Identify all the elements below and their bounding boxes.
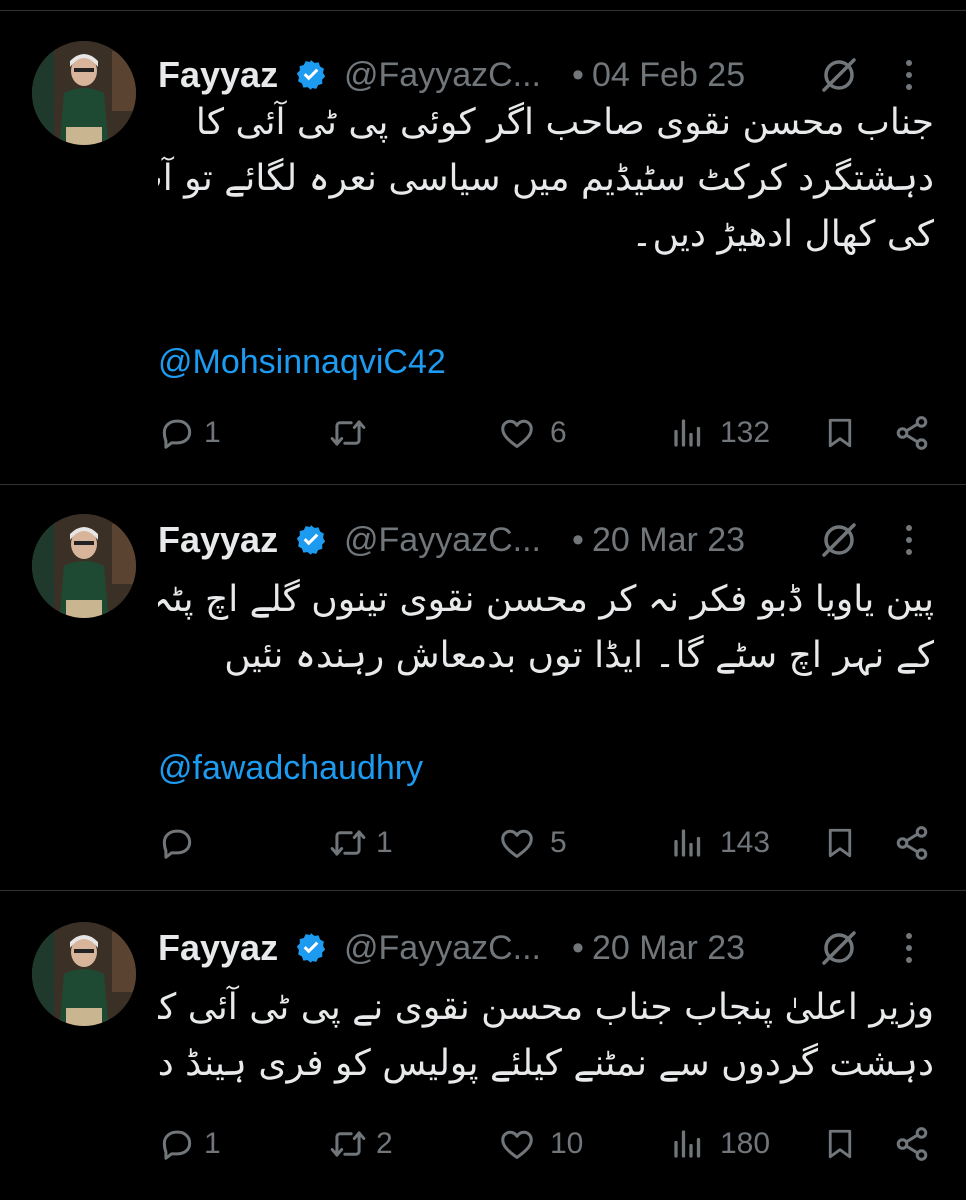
share-icon [896,826,928,860]
tweet-date[interactable]: 20 Mar 23 [592,514,745,566]
author-name[interactable]: Fayyaz [158,922,278,974]
tweet-text: جناب محسن نقوی صاحب اگر کوئی پی ٹی آئی ک… [158,95,934,263]
avatar-image [32,514,136,618]
views-count: 143 [720,826,771,859]
views-icon [674,829,701,857]
avatar-image [32,41,136,145]
retweet-button[interactable]: 1 [328,818,418,868]
views-icon [674,419,701,447]
author-handle[interactable]: @FayyazC... [344,49,541,101]
tweet-text-line: پین یاویا ڈبو فکر نہ کر محسن نقوی تینوں … [158,579,934,620]
mention-link[interactable]: @MohsinnaqviC42 [158,340,446,384]
avatar-image [32,922,136,1026]
reply-icon [162,419,192,449]
reply-icon [162,829,192,859]
bookmark-button[interactable] [822,408,862,458]
tweet-actions: 1 6 132 [158,408,936,458]
bookmark-icon [828,1129,852,1159]
like-button[interactable]: 10 [498,1119,588,1169]
tweet-header: Fayyaz @FayyazC... • 04 Feb 25 [158,49,938,101]
verified-badge-icon [296,525,326,555]
tweet-text: وزیر اعلیٰ پنجاب جناب محسن نقوی نے پی ٹی… [158,980,934,1092]
tweet-card[interactable]: Fayyaz @FayyazC... • 20 Mar 23 وزیر اعلی… [0,892,966,1200]
bookmark-button[interactable] [822,818,862,868]
more-icon[interactable] [902,57,916,93]
author-name[interactable]: Fayyaz [158,49,278,101]
bookmark-icon [828,828,852,858]
separator-dot: • [572,56,584,94]
like-button[interactable]: 5 [498,818,588,868]
tweet-text-line: دہشتگرد کرکٹ سٹیڈیم میں سیاسی نعرہ لگائے… [158,158,934,199]
share-icon [896,416,928,450]
tweet-divider [0,484,966,485]
views-button[interactable]: 180 [670,1119,790,1169]
tweet-actions: 1 5 143 [158,818,936,868]
reply-button[interactable]: 1 [158,408,248,458]
like-icon [501,1130,533,1159]
separator-dot: • [572,929,584,967]
tweet-text-line: کے نہر اچ سٹے گا۔ ایڈا توں بدمعاش رہندہ … [224,635,934,676]
grok-icon[interactable] [818,54,860,96]
tweet-text-line: وزیر اعلیٰ پنجاب جناب محسن نقوی نے پی ٹی… [158,987,934,1028]
more-icon[interactable] [902,522,916,558]
tweet-text-line: دہشت گردوں سے نمٹنے کیلئے پولیس کو فری ہ… [158,1043,934,1084]
avatar[interactable] [32,514,136,618]
verified-badge-icon [296,933,326,963]
grok-icon[interactable] [818,519,860,561]
retweet-count: 1 [376,826,393,859]
share-button[interactable] [892,818,936,868]
bookmark-button[interactable] [822,1119,862,1169]
tweet-text-line: کی کھال ادھیڑ دیں۔ [631,214,934,255]
reply-button[interactable] [158,818,248,868]
views-count: 132 [720,416,771,449]
reply-count: 1 [204,416,221,449]
like-icon [501,419,533,448]
reply-button[interactable]: 1 [158,1119,248,1169]
views-icon [674,1130,701,1158]
tweet-header: Fayyaz @FayyazC... • 20 Mar 23 [158,922,938,974]
tweet-card[interactable]: Fayyaz @FayyazC... • 20 Mar 23 پین یاویا… [0,486,966,891]
retweet-button[interactable] [328,408,418,458]
retweet-count: 2 [376,1127,393,1160]
tweet-header: Fayyaz @FayyazC... • 20 Mar 23 [158,514,938,566]
like-icon [501,829,533,858]
grok-icon[interactable] [818,927,860,969]
views-count: 180 [720,1127,771,1160]
tweet-text-line: جناب محسن نقوی صاحب اگر کوئی پی ٹی آئی ک… [195,102,934,143]
tweet-text: پین یاویا ڈبو فکر نہ کر محسن نقوی تینوں … [158,572,934,684]
tweet-date[interactable]: 20 Mar 23 [592,922,745,974]
views-button[interactable]: 143 [670,818,790,868]
like-count: 5 [550,826,567,859]
share-button[interactable] [892,1119,936,1169]
share-icon [896,1127,928,1161]
author-handle[interactable]: @FayyazC... [344,514,541,566]
author-handle[interactable]: @FayyazC... [344,922,541,974]
share-button[interactable] [892,408,936,458]
tweet-date[interactable]: 04 Feb 25 [592,49,745,101]
avatar[interactable] [32,922,136,1026]
avatar[interactable] [32,41,136,145]
more-icon[interactable] [902,930,916,966]
tweet-divider [0,890,966,891]
retweet-icon [330,420,366,446]
reply-count: 1 [204,1127,221,1160]
author-name[interactable]: Fayyaz [158,514,278,566]
like-count: 10 [550,1127,584,1160]
retweet-icon [330,1131,366,1157]
like-button[interactable]: 6 [498,408,588,458]
mention-link[interactable]: @fawadchaudhry [158,746,423,790]
retweet-icon [330,830,366,856]
views-button[interactable]: 132 [670,408,790,458]
bookmark-icon [828,418,852,448]
reply-icon [162,1130,192,1160]
like-count: 6 [550,416,567,449]
tweet-actions: 1 2 10 180 [158,1119,936,1169]
retweet-button[interactable]: 2 [328,1119,418,1169]
separator-dot: • [572,521,584,559]
tweet-card[interactable]: Fayyaz @FayyazC... • 04 Feb 25 جناب محسن… [0,11,966,485]
verified-badge-icon [296,60,326,90]
